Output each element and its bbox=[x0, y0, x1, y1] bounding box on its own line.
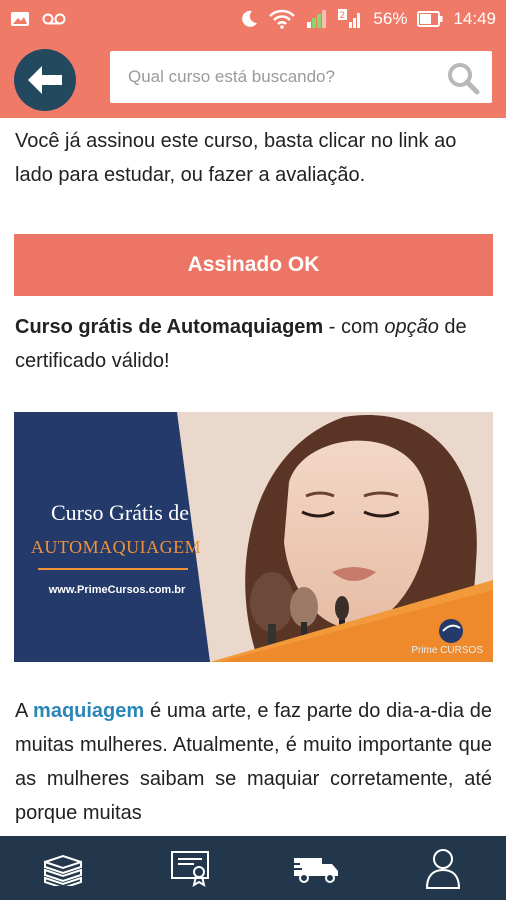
search-input[interactable] bbox=[110, 51, 440, 103]
arrow-left-icon bbox=[28, 66, 62, 94]
moon-icon bbox=[242, 10, 258, 27]
subscribed-button[interactable]: Assinado OK bbox=[14, 234, 493, 296]
user-icon bbox=[425, 849, 460, 889]
wifi-icon bbox=[269, 9, 296, 29]
nav-courses[interactable] bbox=[33, 840, 93, 896]
course-title-suffix: - com bbox=[323, 316, 385, 338]
voicemail-icon bbox=[42, 13, 66, 25]
back-button[interactable] bbox=[14, 49, 76, 111]
books-icon bbox=[44, 854, 83, 886]
course-banner-image: Curso Grátis de AUTOMAQUIAGEM www.PrimeC… bbox=[14, 412, 493, 662]
battery-icon bbox=[417, 11, 443, 27]
maquiagem-link[interactable]: maquiagem bbox=[33, 700, 144, 722]
delivery-truck-icon bbox=[292, 858, 339, 883]
search-icon[interactable] bbox=[446, 61, 480, 95]
status-bar: 2 56% 14:49 bbox=[0, 0, 506, 38]
banner-title-line2: AUTOMAQUIAGEM bbox=[30, 537, 202, 557]
article-prefix: A bbox=[15, 700, 34, 722]
article-text: A maquiagem é uma arte, e faz parte do d… bbox=[15, 694, 492, 830]
app-header bbox=[0, 38, 506, 118]
banner-url: www.PrimeCursos.com.br bbox=[48, 584, 186, 596]
bottom-navigation bbox=[0, 836, 506, 900]
search-box bbox=[110, 51, 492, 103]
signal-sim1-icon bbox=[307, 10, 327, 28]
banner-logo: Prime CURSOS bbox=[411, 645, 483, 656]
nav-certificates[interactable] bbox=[160, 840, 220, 896]
subscription-info-text: Você já assinou este curso, basta clicar… bbox=[15, 130, 457, 186]
svg-text:2: 2 bbox=[340, 11, 346, 21]
course-title: Curso grátis de Automaquiagem - com opçã… bbox=[15, 310, 485, 378]
clock: 14:49 bbox=[453, 9, 496, 28]
nav-delivery[interactable] bbox=[286, 840, 346, 896]
battery-percent: 56% bbox=[373, 9, 408, 28]
banner-title-line1: Curso Grátis de bbox=[50, 500, 190, 525]
course-title-bold: Curso grátis de Automaquiagem bbox=[15, 316, 324, 338]
course-content: Você já assinou este curso, basta clicar… bbox=[0, 118, 506, 836]
nav-profile[interactable] bbox=[413, 840, 473, 896]
certificate-icon bbox=[170, 851, 209, 888]
signal-sim2-icon: 2 bbox=[338, 9, 361, 28]
gallery-icon bbox=[11, 12, 29, 26]
course-title-option: opção bbox=[384, 316, 439, 338]
